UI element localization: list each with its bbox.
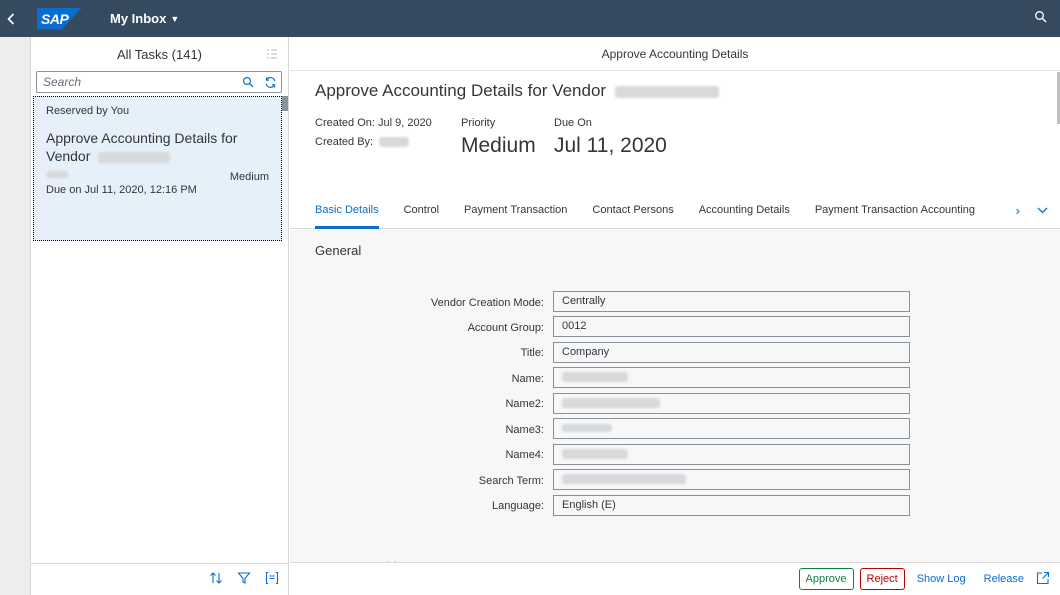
sort-icon bbox=[210, 572, 222, 584]
field-label-search-term: Search Term: bbox=[478, 475, 544, 487]
search-icon bbox=[1035, 11, 1047, 23]
section-title-general: General bbox=[315, 243, 362, 258]
tab-payment-transaction-accounting[interactable]: Payment Transaction Accounting bbox=[815, 191, 975, 229]
app-title: My Inbox bbox=[110, 11, 167, 26]
shell-search-button[interactable] bbox=[1034, 10, 1048, 24]
task-detail-pane: Approve Accounting Details Approve Accou… bbox=[290, 37, 1060, 595]
field-label-name3: Name3: bbox=[505, 424, 544, 436]
tab-bar: Basic Details Control Payment Transactio… bbox=[290, 191, 1060, 229]
reserved-status: Reserved by You bbox=[46, 105, 130, 117]
tab-basic-details[interactable]: Basic Details bbox=[315, 191, 379, 229]
created-by: Created By: bbox=[315, 136, 410, 148]
redacted-value bbox=[562, 449, 628, 460]
redacted-creator bbox=[46, 171, 68, 178]
priority-label: Priority bbox=[461, 117, 496, 129]
multi-select-icon bbox=[267, 49, 277, 59]
task-title: Approve Accounting Details for Vendor bbox=[46, 130, 238, 164]
tab-accounting-details[interactable]: Accounting Details bbox=[699, 191, 790, 229]
multi-select-button[interactable] bbox=[266, 48, 278, 63]
object-title: Approve Accounting Details for Vendor bbox=[315, 81, 719, 101]
sap-logo: SAP bbox=[37, 7, 82, 30]
share-icon bbox=[1036, 571, 1050, 584]
tab-scroll-right-icon[interactable]: › bbox=[1016, 203, 1020, 218]
chevron-left-icon bbox=[7, 12, 15, 25]
field-label-name2: Name2: bbox=[505, 398, 544, 410]
task-due-date: Due on Jul 11, 2020, 12:16 PM bbox=[46, 184, 197, 196]
redacted-vendor bbox=[98, 151, 171, 163]
field-label-language: Language: bbox=[492, 500, 544, 512]
due-on-value: Jul 11, 2020 bbox=[554, 134, 667, 157]
redacted-vendor bbox=[614, 85, 719, 98]
task-list-footer bbox=[31, 563, 289, 595]
redacted-value bbox=[562, 474, 686, 485]
tab-overflow-button[interactable] bbox=[1037, 205, 1048, 217]
filter-button[interactable] bbox=[237, 571, 251, 588]
task-list-pane: All Tasks (141) Reserved by You Approve … bbox=[31, 37, 289, 595]
field-label-vendor-creation-mode: Vendor Creation Mode: bbox=[430, 297, 544, 309]
tab-contact-persons[interactable]: Contact Persons bbox=[592, 191, 673, 229]
caret-down-icon: ▼ bbox=[170, 13, 180, 24]
field-label-name4: Name4: bbox=[505, 449, 544, 461]
redacted-creator bbox=[379, 137, 410, 148]
filter-icon bbox=[237, 572, 251, 584]
field-name[interactable] bbox=[553, 367, 910, 388]
app-title-menu[interactable]: My Inbox ▼ bbox=[110, 11, 179, 26]
task-count-title: All Tasks (141) bbox=[116, 46, 202, 62]
field-label-name: Name: bbox=[511, 373, 544, 385]
back-button[interactable] bbox=[0, 0, 22, 37]
search-field bbox=[36, 71, 282, 93]
refresh-icon bbox=[265, 76, 275, 88]
shell-bar: SAP My Inbox ▼ bbox=[0, 0, 1060, 37]
sort-button[interactable] bbox=[209, 571, 223, 588]
launchpad-edge-strip bbox=[0, 37, 31, 595]
approve-button[interactable]: Approve bbox=[798, 568, 854, 590]
task-list-header: All Tasks (141) bbox=[31, 37, 288, 71]
chevron-down-icon bbox=[1037, 207, 1048, 214]
search-icon bbox=[242, 76, 254, 88]
task-list-item[interactable]: Reserved by You Approve Accounting Detai… bbox=[33, 96, 282, 241]
search-button[interactable] bbox=[237, 72, 259, 92]
field-vendor-creation-mode[interactable]: Centrally bbox=[553, 291, 910, 312]
show-log-button[interactable]: Show Log bbox=[911, 568, 972, 590]
task-meta-row: Medium bbox=[46, 171, 269, 183]
field-label-account-group: Account Group: bbox=[467, 322, 544, 334]
detail-header: Approve Accounting Details bbox=[290, 37, 1060, 71]
field-name3[interactable] bbox=[553, 418, 910, 439]
field-name4[interactable] bbox=[553, 444, 910, 465]
field-name2[interactable] bbox=[553, 393, 910, 414]
due-on-label: Due On bbox=[554, 117, 592, 129]
field-search-term[interactable] bbox=[553, 469, 910, 490]
release-button[interactable]: Release bbox=[978, 568, 1030, 590]
tab-control[interactable]: Control bbox=[404, 191, 439, 229]
tab-payment-transaction[interactable]: Payment Transaction bbox=[464, 191, 567, 229]
search-input[interactable] bbox=[43, 75, 237, 89]
field-language[interactable]: English (E) bbox=[553, 495, 910, 516]
reject-button[interactable]: Reject bbox=[859, 568, 905, 590]
redacted-value bbox=[562, 372, 628, 383]
priority-value: Medium bbox=[461, 134, 536, 157]
field-label-title: Title: bbox=[520, 347, 544, 359]
action-footer: Approve Reject Show Log Release bbox=[290, 562, 1060, 595]
group-icon bbox=[265, 571, 279, 585]
refresh-button[interactable] bbox=[259, 72, 281, 92]
task-priority: Medium bbox=[229, 171, 269, 183]
group-button[interactable] bbox=[265, 571, 279, 588]
redacted-value bbox=[562, 424, 612, 433]
field-account-group[interactable]: 0012 bbox=[553, 316, 910, 337]
share-button[interactable] bbox=[1036, 571, 1050, 588]
redacted-value bbox=[562, 398, 660, 409]
created-on: Created On: Jul 9, 2020 bbox=[315, 117, 432, 129]
field-title[interactable]: Company bbox=[553, 342, 910, 363]
